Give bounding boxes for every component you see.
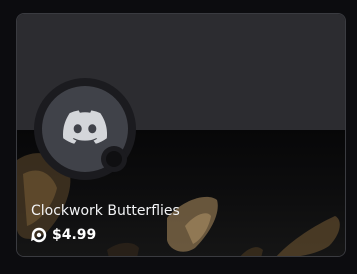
shop-item-card[interactable]: Clockwork Butterflies $4.99 <box>16 13 346 257</box>
status-indicator <box>106 151 122 167</box>
discord-logo-icon <box>63 110 108 148</box>
orb-icon <box>31 227 47 243</box>
price-row: $4.99 <box>31 227 96 243</box>
item-title: Clockwork Butterflies <box>31 203 180 219</box>
item-price: $4.99 <box>52 227 97 243</box>
